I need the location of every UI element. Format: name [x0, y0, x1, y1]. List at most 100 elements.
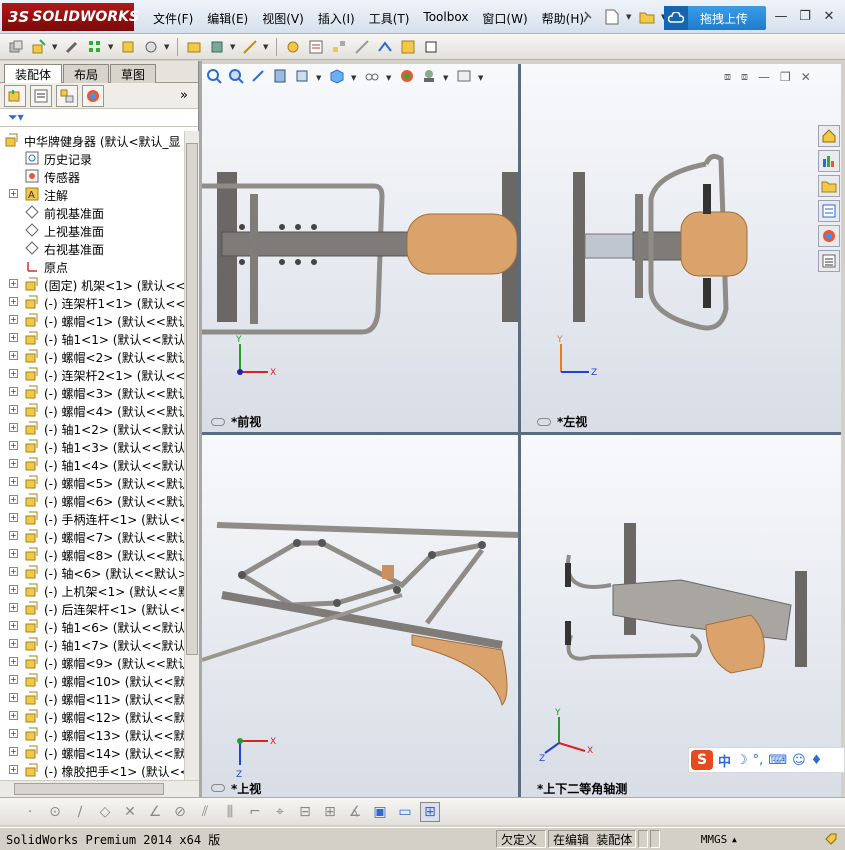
home-icon[interactable]: [818, 125, 840, 147]
pin-icon[interactable]: [578, 7, 598, 27]
line-icon[interactable]: ∕: [70, 802, 90, 822]
expand-toggle-icon[interactable]: +: [9, 621, 18, 630]
expand-toggle-icon[interactable]: +: [9, 279, 18, 288]
expand-toggle-icon[interactable]: +: [9, 351, 18, 360]
chevron-down-icon[interactable]: ▼: [626, 13, 633, 21]
tree-item[interactable]: 原点: [0, 257, 184, 275]
tree-item[interactable]: + (-) 螺帽<7> (默认<<默认: [0, 527, 184, 545]
menu-item[interactable]: 编辑(E): [200, 10, 255, 27]
restore-icon[interactable]: ❐: [780, 70, 791, 84]
relations-icon[interactable]: ∡: [345, 802, 365, 822]
viewport-left[interactable]: Y Z *左视: [521, 64, 841, 432]
tree-item[interactable]: + (-) 螺帽<11> (默认<<默认: [0, 689, 184, 707]
exploded-view-icon[interactable]: [329, 37, 349, 57]
expand-toggle-icon[interactable]: +: [9, 711, 18, 720]
menu-item[interactable]: 文件(F): [146, 10, 200, 27]
tree-vertical-scrollbar[interactable]: [184, 131, 199, 780]
interference-detection-icon[interactable]: [375, 37, 395, 57]
mate-icon[interactable]: [62, 37, 82, 57]
insert-component-icon[interactable]: [29, 37, 49, 57]
sketch-fillet-icon[interactable]: ⊘: [170, 802, 190, 822]
chevron-down-icon[interactable]: ▼: [52, 43, 59, 51]
polygon-icon[interactable]: ◇: [95, 802, 115, 822]
display-manager-icon[interactable]: [82, 84, 104, 107]
tree-item[interactable]: + (-) 连架杆2<1> (默认<<默: [0, 365, 184, 383]
expand-toggle-icon[interactable]: +: [9, 297, 18, 306]
tab-sketch[interactable]: 草图: [110, 64, 157, 83]
expand-toggle-icon[interactable]: +: [9, 405, 18, 414]
new-motion-study-icon[interactable]: [283, 37, 303, 57]
viewport-front[interactable]: Y X *前视: [202, 64, 518, 432]
tree-item[interactable]: + (-) 轴1<2> (默认<<默认>: [0, 419, 184, 437]
tree-item[interactable]: + (-) 螺帽<5> (默认<<默认: [0, 473, 184, 491]
point-icon[interactable]: ·: [20, 802, 40, 822]
mirror-icon[interactable]: ⫽: [195, 802, 215, 822]
restore-icon[interactable]: ❐: [796, 8, 814, 24]
expand-toggle-icon[interactable]: +: [9, 315, 18, 324]
configuration-manager-icon[interactable]: [56, 84, 78, 107]
chevron-down-icon[interactable]: ▼: [351, 74, 358, 82]
expand-toggle-icon[interactable]: +: [9, 729, 18, 738]
tree-item[interactable]: 右视基准面: [0, 239, 184, 257]
moon-icon[interactable]: ☽: [736, 753, 748, 768]
four-view-icon[interactable]: ⊞: [420, 801, 440, 822]
chevron-down-icon[interactable]: ▼: [316, 74, 323, 82]
tree-item[interactable]: + (-) 手柄连杆<1> (默认<<: [0, 509, 184, 527]
chevron-down-icon[interactable]: ▼: [230, 43, 237, 51]
instant3d-icon[interactable]: [421, 37, 441, 57]
tree-item[interactable]: + (-) 螺帽<10> (默认<<默认: [0, 671, 184, 689]
tree-item[interactable]: + (-) 轴1<1> (默认<<默认>: [0, 329, 184, 347]
hide-show-items-icon[interactable]: [364, 68, 380, 87]
chevron-down-icon[interactable]: ▼: [263, 43, 270, 51]
expand-toggle-icon[interactable]: +: [9, 747, 18, 756]
keyboard-icon[interactable]: ⌨: [768, 753, 787, 768]
single-view-icon[interactable]: ⧈: [724, 70, 731, 84]
expand-toggle-icon[interactable]: +: [9, 585, 18, 594]
offset-icon[interactable]: ⫼: [220, 802, 240, 822]
tree-item[interactable]: 传感器: [0, 167, 184, 185]
linear-pattern-icon[interactable]: [85, 37, 105, 57]
circle-icon[interactable]: ⊙: [45, 802, 65, 822]
chevron-down-icon[interactable]: ▼: [443, 74, 450, 82]
link-views-icon[interactable]: [537, 418, 551, 426]
reference-geometry-icon[interactable]: [240, 37, 260, 57]
trim-icon[interactable]: ✕: [120, 802, 140, 822]
tree-item[interactable]: + (-) 螺帽<2> (默认<<默认: [0, 347, 184, 365]
tree-item[interactable]: + (固定) 机架<1> (默认<<默: [0, 275, 184, 293]
view-orientation-icon[interactable]: [294, 68, 310, 87]
tree-item[interactable]: + (-) 螺帽<14> (默认<<默认: [0, 743, 184, 761]
tree-item[interactable]: + (-) 橡胶把手<1> (默认<<: [0, 761, 184, 779]
tree-item[interactable]: + (-) 连架杆1<1> (默认<<默: [0, 293, 184, 311]
shirt-icon[interactable]: ♦: [811, 753, 823, 768]
filter-icon[interactable]: ⏷▾: [8, 110, 24, 125]
status-units[interactable]: MMGS: [662, 830, 762, 848]
expand-toggle-icon[interactable]: +: [9, 513, 18, 522]
explode-line-sketch-icon[interactable]: [352, 37, 372, 57]
expand-toggle-icon[interactable]: +: [9, 531, 18, 540]
sogou-logo-icon[interactable]: S: [691, 750, 713, 770]
move-component-icon[interactable]: [141, 37, 161, 57]
tree-item[interactable]: + (-) 螺帽<9> (默认<<默认: [0, 653, 184, 671]
zoom-to-fit-icon[interactable]: [206, 68, 222, 87]
3d-box-icon[interactable]: ▣: [370, 802, 390, 822]
tab-assembly[interactable]: 装配体: [4, 64, 63, 83]
tag-icon[interactable]: [820, 830, 838, 848]
zoom-to-area-icon[interactable]: [228, 68, 244, 87]
menu-item[interactable]: 插入(I): [311, 10, 362, 27]
close-icon[interactable]: ✕: [820, 8, 838, 24]
chevron-down-icon[interactable]: ▼: [108, 43, 115, 51]
solidworks-logo[interactable]: 3S SOLIDWORKS: [2, 3, 139, 31]
expand-toggle-icon[interactable]: +: [9, 333, 18, 342]
expand-toggle-icon[interactable]: +: [9, 765, 18, 774]
tree-item[interactable]: 上视基准面: [0, 221, 184, 239]
bill-of-materials-icon[interactable]: [306, 37, 326, 57]
expand-toggle-icon[interactable]: +: [9, 189, 18, 198]
tree-item[interactable]: 前视基准面: [0, 203, 184, 221]
upload-button[interactable]: 拖拽上传: [664, 6, 766, 30]
tree-item[interactable]: + (-) 上机架<1> (默认<<默: [0, 581, 184, 599]
expand-toggle-icon[interactable]: +: [9, 603, 18, 612]
minimize-icon[interactable]: —: [758, 70, 770, 84]
link-views-icon[interactable]: [211, 784, 225, 792]
scroll-thumb[interactable]: [186, 143, 198, 655]
custom-properties-icon[interactable]: [818, 250, 840, 272]
